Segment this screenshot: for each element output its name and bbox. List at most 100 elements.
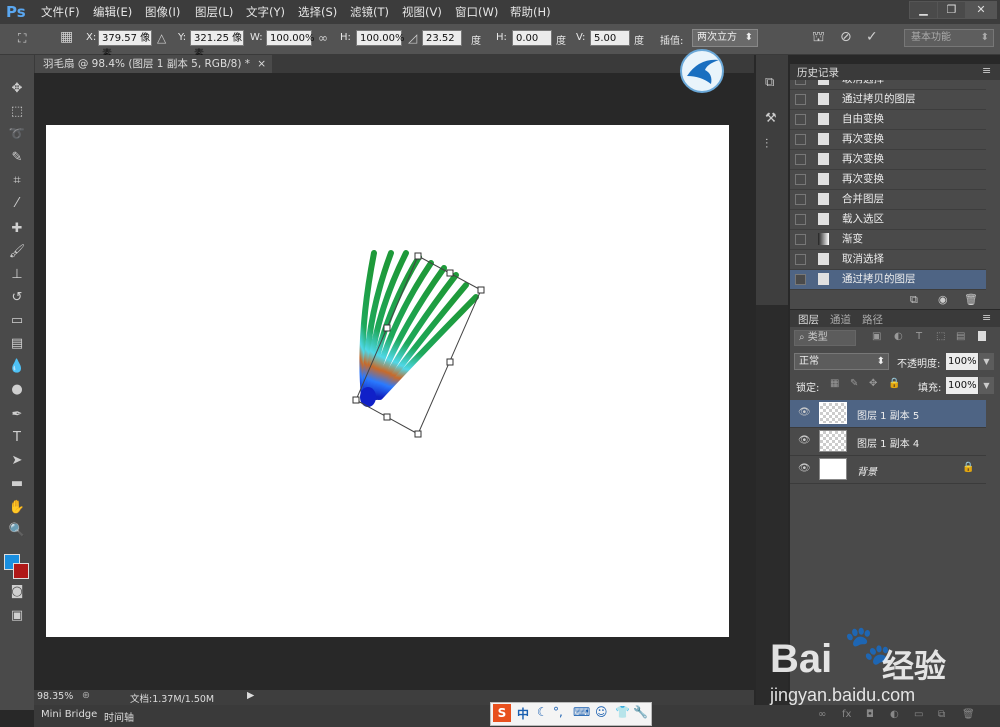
checkbox[interactable] [795,194,806,205]
brush-tool-icon[interactable]: 🖌 [6,242,28,262]
opacity-field[interactable]: 100% [946,353,978,370]
menu-help[interactable]: 帮助(H) [510,4,551,20]
sogou-icon[interactable]: S [493,704,511,722]
y-field[interactable]: 321.25 像素 [190,30,244,60]
menu-edit[interactable]: 编辑(E) [93,4,132,20]
interpolation-select[interactable]: 两次立方 ⬍ [692,29,758,47]
new-layer-icon[interactable]: ⧉ [938,709,945,720]
add-mask-icon[interactable]: ◘ [866,709,874,720]
history-item[interactable]: 取消选择 [790,250,986,270]
history-item[interactable]: 再次变换 [790,170,986,190]
panel-menu-icon[interactable]: ≡ [982,311,991,324]
history-item[interactable]: 合并图层 [790,190,986,210]
wrench-icon[interactable]: 🔧 [633,705,648,719]
marquee-tool-icon[interactable]: ⬚ [6,102,28,122]
gradient-tool-icon[interactable]: ▤ [6,334,28,354]
filter-toggle-icon[interactable] [978,331,986,341]
new-document-from-state-icon[interactable]: ⧉ [910,293,918,307]
fill-dropdown-icon[interactable]: ▼ [979,377,994,394]
lock-pixels-icon[interactable]: ✎ [850,378,858,389]
type-tool-icon[interactable]: T [6,428,28,448]
zoom-level[interactable]: 98.35% [37,691,73,702]
panel-menu-icon[interactable]: ≡ [982,64,991,77]
tab-channels[interactable]: 通道 [830,312,851,327]
commit-transform-icon[interactable]: ✓ [866,29,878,45]
reference-point-icon[interactable]: ▦ [60,29,73,45]
menu-layer[interactable]: 图层(L) [195,4,233,20]
history-brush-tool-icon[interactable]: ↺ [6,288,28,308]
checkbox[interactable] [795,254,806,265]
trash-icon[interactable]: 🗑 [964,293,978,306]
move-tool-icon[interactable]: ✥ [6,79,28,99]
menu-filter[interactable]: 滤镜(T) [350,4,389,20]
tab-paths[interactable]: 路径 [862,312,883,327]
lasso-tool-icon[interactable]: ➰ [6,125,28,145]
layer-filter-select[interactable]: ⌕ 类型 [794,330,856,346]
punctuation-icon[interactable]: °, [553,705,563,719]
history-item[interactable]: 取消选择 [790,80,986,90]
stamp-tool-icon[interactable]: ⊥ [6,265,28,285]
eye-icon[interactable]: 👁 [798,407,811,418]
menu-window[interactable]: 窗口(W) [455,4,498,20]
relative-position-icon[interactable]: △ [157,31,166,45]
brush-panel-icon[interactable]: ⚒ [765,111,777,126]
dodge-tool-icon[interactable]: ● [6,380,28,400]
transform-tool-icon[interactable]: ⛶ [18,31,26,46]
checkbox[interactable] [795,114,806,125]
checkbox[interactable] [795,274,806,285]
history-item-selected[interactable]: 通过拷贝的图层 [790,270,986,290]
tool-presets-icon[interactable]: ⫶ [765,137,768,152]
warp-icon[interactable]: ⛫ [812,29,825,47]
layer-row[interactable]: 👁 背景 🔒 [790,456,986,484]
checkbox[interactable] [795,214,806,225]
eye-icon[interactable]: 👁 [798,463,811,474]
status-menu-arrow-icon[interactable]: ▶ [247,690,254,701]
blur-tool-icon[interactable]: 💧 [6,357,28,377]
delete-layer-icon[interactable]: 🗑 [962,709,975,720]
canvas[interactable] [46,125,729,637]
moon-icon[interactable]: ☾ [537,705,548,719]
layer-row-selected[interactable]: 👁 图层 1 副本 5 [790,400,986,428]
path-select-tool-icon[interactable]: ➤ [6,451,28,471]
checkbox[interactable] [795,134,806,145]
cancel-transform-icon[interactable]: ⊘ [840,29,852,45]
history-item[interactable]: 载入选区 [790,210,986,230]
layer-row[interactable]: 👁 图层 1 副本 4 [790,428,986,456]
lock-transparent-icon[interactable]: ▦ [830,378,839,389]
close-tab-icon[interactable]: × [257,55,266,73]
height-field[interactable]: 100.00% [356,30,405,46]
ime-mode-label[interactable]: 中 [517,705,529,722]
filter-adjust-icon[interactable]: ◐ [894,331,903,342]
pen-tool-icon[interactable]: ✒ [6,405,28,425]
filter-type-icon[interactable]: T [916,331,922,342]
workspace-select[interactable]: 基本功能 ⬍ [904,29,994,47]
filter-pixel-icon[interactable]: ▣ [872,331,881,342]
background-color-swatch[interactable] [13,563,29,579]
history-item[interactable]: 再次变换 [790,130,986,150]
blend-mode-select[interactable]: 正常 ⬍ [794,353,889,370]
vskew-field[interactable]: 5.00 [590,30,630,46]
healing-brush-tool-icon[interactable]: ✚ [6,219,28,239]
checkbox[interactable] [795,80,806,85]
user-icon[interactable]: ☺ [595,705,608,719]
keyboard-icon[interactable]: ⌨ [573,705,590,719]
eye-icon[interactable]: 👁 [798,435,811,446]
checkbox[interactable] [795,174,806,185]
history-item[interactable]: 通过拷贝的图层 [790,90,986,110]
quick-select-tool-icon[interactable]: ✎ [6,148,28,168]
menu-type[interactable]: 文字(Y) [246,4,285,20]
filter-shape-icon[interactable]: ⬚ [936,331,945,342]
lock-position-icon[interactable]: ✥ [869,378,877,389]
checkbox[interactable] [795,94,806,105]
info-panel-icon[interactable]: ⧉ [765,75,774,90]
menu-select[interactable]: 选择(S) [298,4,337,20]
new-group-icon[interactable]: ▭ [914,709,923,720]
skin-icon[interactable]: 👕 [615,705,630,719]
checkbox[interactable] [795,234,806,245]
crop-tool-icon[interactable]: ⌗ [6,171,28,191]
tab-layers[interactable]: 图层 [798,312,819,327]
checkbox[interactable] [795,154,806,165]
history-item[interactable]: 自由变换 [790,110,986,130]
adjustment-layer-icon[interactable]: ◐ [890,709,899,720]
opacity-dropdown-icon[interactable]: ▼ [979,353,994,370]
